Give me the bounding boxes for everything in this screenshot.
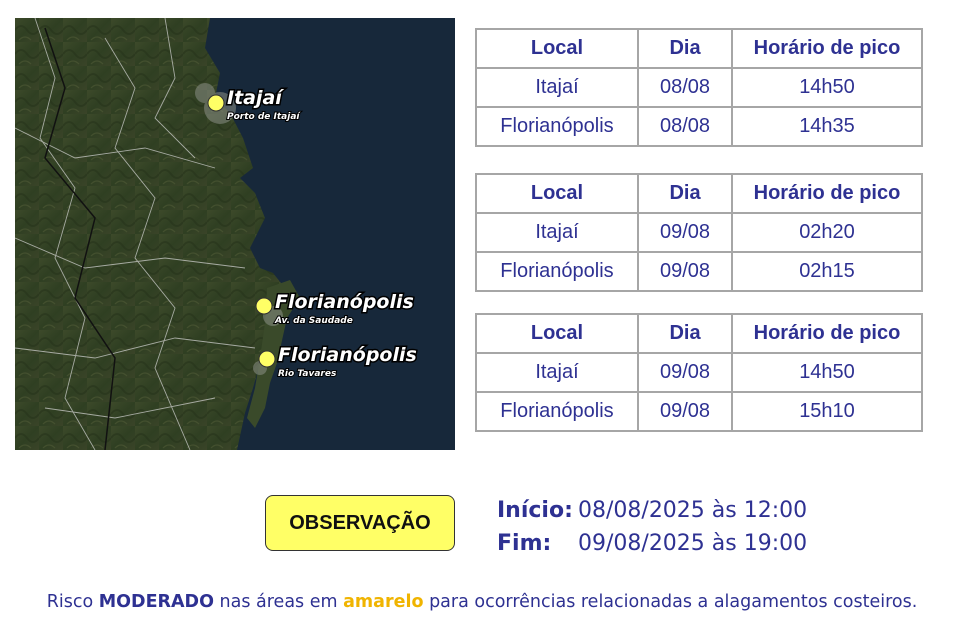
color-word: amarelo bbox=[343, 592, 424, 612]
cell-horario: 14h35 bbox=[731, 106, 923, 147]
cell-local: Florianópolis bbox=[475, 251, 639, 292]
cell-dia: 08/08 bbox=[637, 106, 733, 147]
svg-text:Florianópolis: Florianópolis bbox=[275, 291, 414, 313]
table-row: Itajaí 09/08 02h20 bbox=[475, 212, 923, 253]
svg-text:Itajaí: Itajaí bbox=[227, 87, 284, 109]
table-header: Local Dia Horário de pico bbox=[475, 313, 923, 354]
table-header: Local Dia Horário de pico bbox=[475, 173, 923, 214]
table-header: Local Dia Horário de pico bbox=[475, 28, 923, 69]
period-end: Fim: 09/08/2025 às 19:00 bbox=[497, 531, 807, 556]
svg-text:Florianópolis: Florianópolis bbox=[278, 344, 417, 366]
svg-text:Rio Tavares: Rio Tavares bbox=[278, 369, 337, 379]
header-horario: Horário de pico bbox=[731, 28, 923, 69]
cell-local: Florianópolis bbox=[475, 106, 639, 147]
header-horario: Horário de pico bbox=[731, 313, 923, 354]
observation-badge: OBSERVAÇÃO bbox=[265, 495, 455, 551]
cell-dia: 09/08 bbox=[637, 352, 733, 393]
cell-local: Itajaí bbox=[475, 212, 639, 253]
header-local: Local bbox=[475, 28, 639, 69]
svg-text:Porto de Itajaí: Porto de Itajaí bbox=[227, 112, 301, 122]
table-row: Florianópolis 09/08 15h10 bbox=[475, 391, 923, 432]
cell-local: Florianópolis bbox=[475, 391, 639, 432]
cell-horario: 02h20 bbox=[731, 212, 923, 253]
cell-horario: 14h50 bbox=[731, 67, 923, 108]
cell-dia: 08/08 bbox=[637, 67, 733, 108]
cell-horario: 14h50 bbox=[731, 352, 923, 393]
header-dia: Dia bbox=[637, 28, 733, 69]
table-row: Itajaí 09/08 14h50 bbox=[475, 352, 923, 393]
peak-time-table-1: Local Dia Horário de pico Itajaí 08/08 1… bbox=[475, 28, 923, 147]
table-row: Florianópolis 08/08 14h35 bbox=[475, 106, 923, 147]
cell-dia: 09/08 bbox=[637, 251, 733, 292]
cell-local: Itajaí bbox=[475, 67, 639, 108]
footer-prefix: Risco bbox=[46, 592, 94, 612]
footer-suffix: para ocorrências relacionadas a alagamen… bbox=[429, 592, 918, 612]
end-value: 09/08/2025 às 19:00 bbox=[578, 531, 808, 556]
satellite-map: Itajaí Porto de Itajaí Florianópolis Av.… bbox=[15, 18, 455, 450]
header-dia: Dia bbox=[637, 313, 733, 354]
table-row: Florianópolis 09/08 02h15 bbox=[475, 251, 923, 292]
cell-dia: 09/08 bbox=[637, 212, 733, 253]
header-dia: Dia bbox=[637, 173, 733, 214]
start-value: 08/08/2025 às 12:00 bbox=[578, 498, 808, 523]
header-local: Local bbox=[475, 173, 639, 214]
cell-horario: 02h15 bbox=[731, 251, 923, 292]
header-local: Local bbox=[475, 313, 639, 354]
end-label: Fim: bbox=[497, 531, 552, 556]
period-start: Início: 08/08/2025 às 12:00 bbox=[497, 498, 807, 523]
start-label: Início: bbox=[497, 498, 573, 523]
risk-footer: Risco MODERADO nas áreas em amarelo para… bbox=[0, 592, 964, 612]
header-horario: Horário de pico bbox=[731, 173, 923, 214]
peak-time-table-3: Local Dia Horário de pico Itajaí 09/08 1… bbox=[475, 313, 923, 432]
svg-text:Av. da Saudade: Av. da Saudade bbox=[274, 316, 353, 326]
cell-local: Itajaí bbox=[475, 352, 639, 393]
footer-middle: nas áreas em bbox=[219, 592, 338, 612]
table-row: Itajaí 08/08 14h50 bbox=[475, 67, 923, 108]
cell-dia: 09/08 bbox=[637, 391, 733, 432]
peak-time-table-2: Local Dia Horário de pico Itajaí 09/08 0… bbox=[475, 173, 923, 292]
cell-horario: 15h10 bbox=[731, 391, 923, 432]
risk-level: MODERADO bbox=[98, 592, 214, 612]
